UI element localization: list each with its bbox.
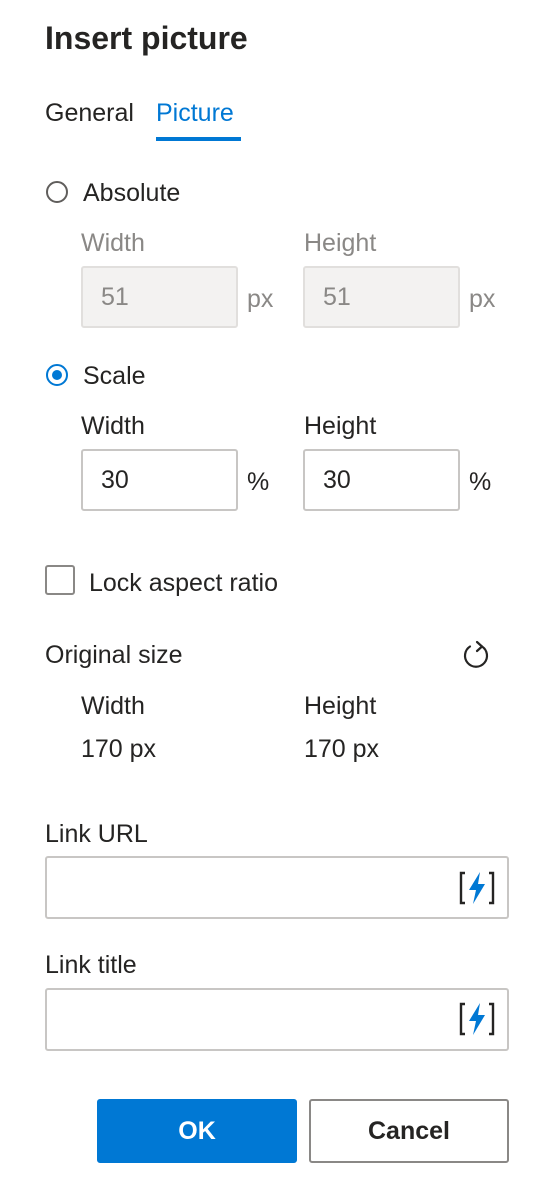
active-tab-indicator: [156, 137, 241, 141]
tab-picture[interactable]: Picture: [156, 96, 234, 130]
absolute-radio[interactable]: [46, 181, 68, 203]
absolute-radio-label: Absolute: [83, 179, 181, 207]
absolute-height-label: Height: [304, 229, 377, 257]
original-size-label: Original size: [45, 641, 183, 669]
refresh-icon[interactable]: [461, 640, 491, 670]
lock-aspect-ratio-checkbox[interactable]: [45, 565, 75, 595]
absolute-width-label: Width: [81, 229, 145, 257]
link-url-label: Link URL: [45, 820, 148, 848]
absolute-width-input: 51: [81, 266, 238, 328]
scale-height-label: Height: [304, 412, 377, 440]
absolute-width-unit: px: [247, 285, 274, 313]
absolute-height-input: 51: [303, 266, 460, 328]
scale-width-input[interactable]: 30: [81, 449, 238, 511]
dynamic-content-icon[interactable]: [458, 870, 496, 911]
dialog-title: Insert picture: [45, 20, 248, 56]
ok-button[interactable]: OK: [97, 1099, 297, 1163]
scale-height-unit: %: [469, 468, 492, 496]
dynamic-content-icon[interactable]: [458, 1001, 496, 1042]
link-title-input[interactable]: [45, 988, 509, 1051]
tab-general[interactable]: General: [45, 96, 134, 130]
cancel-button[interactable]: Cancel: [309, 1099, 509, 1163]
original-width-value: 170 px: [81, 735, 157, 763]
link-url-input[interactable]: [45, 856, 509, 919]
link-title-label: Link title: [45, 951, 137, 979]
original-width-label: Width: [81, 692, 145, 720]
absolute-height-unit: px: [469, 285, 496, 313]
scale-height-input[interactable]: 30: [303, 449, 460, 511]
scale-radio-label: Scale: [83, 362, 146, 390]
scale-width-label: Width: [81, 412, 145, 440]
original-height-value: 170 px: [304, 735, 380, 763]
scale-radio[interactable]: [46, 364, 68, 386]
scale-width-unit: %: [247, 468, 270, 496]
lock-aspect-ratio-label: Lock aspect ratio: [89, 569, 278, 597]
original-height-label: Height: [304, 692, 377, 720]
